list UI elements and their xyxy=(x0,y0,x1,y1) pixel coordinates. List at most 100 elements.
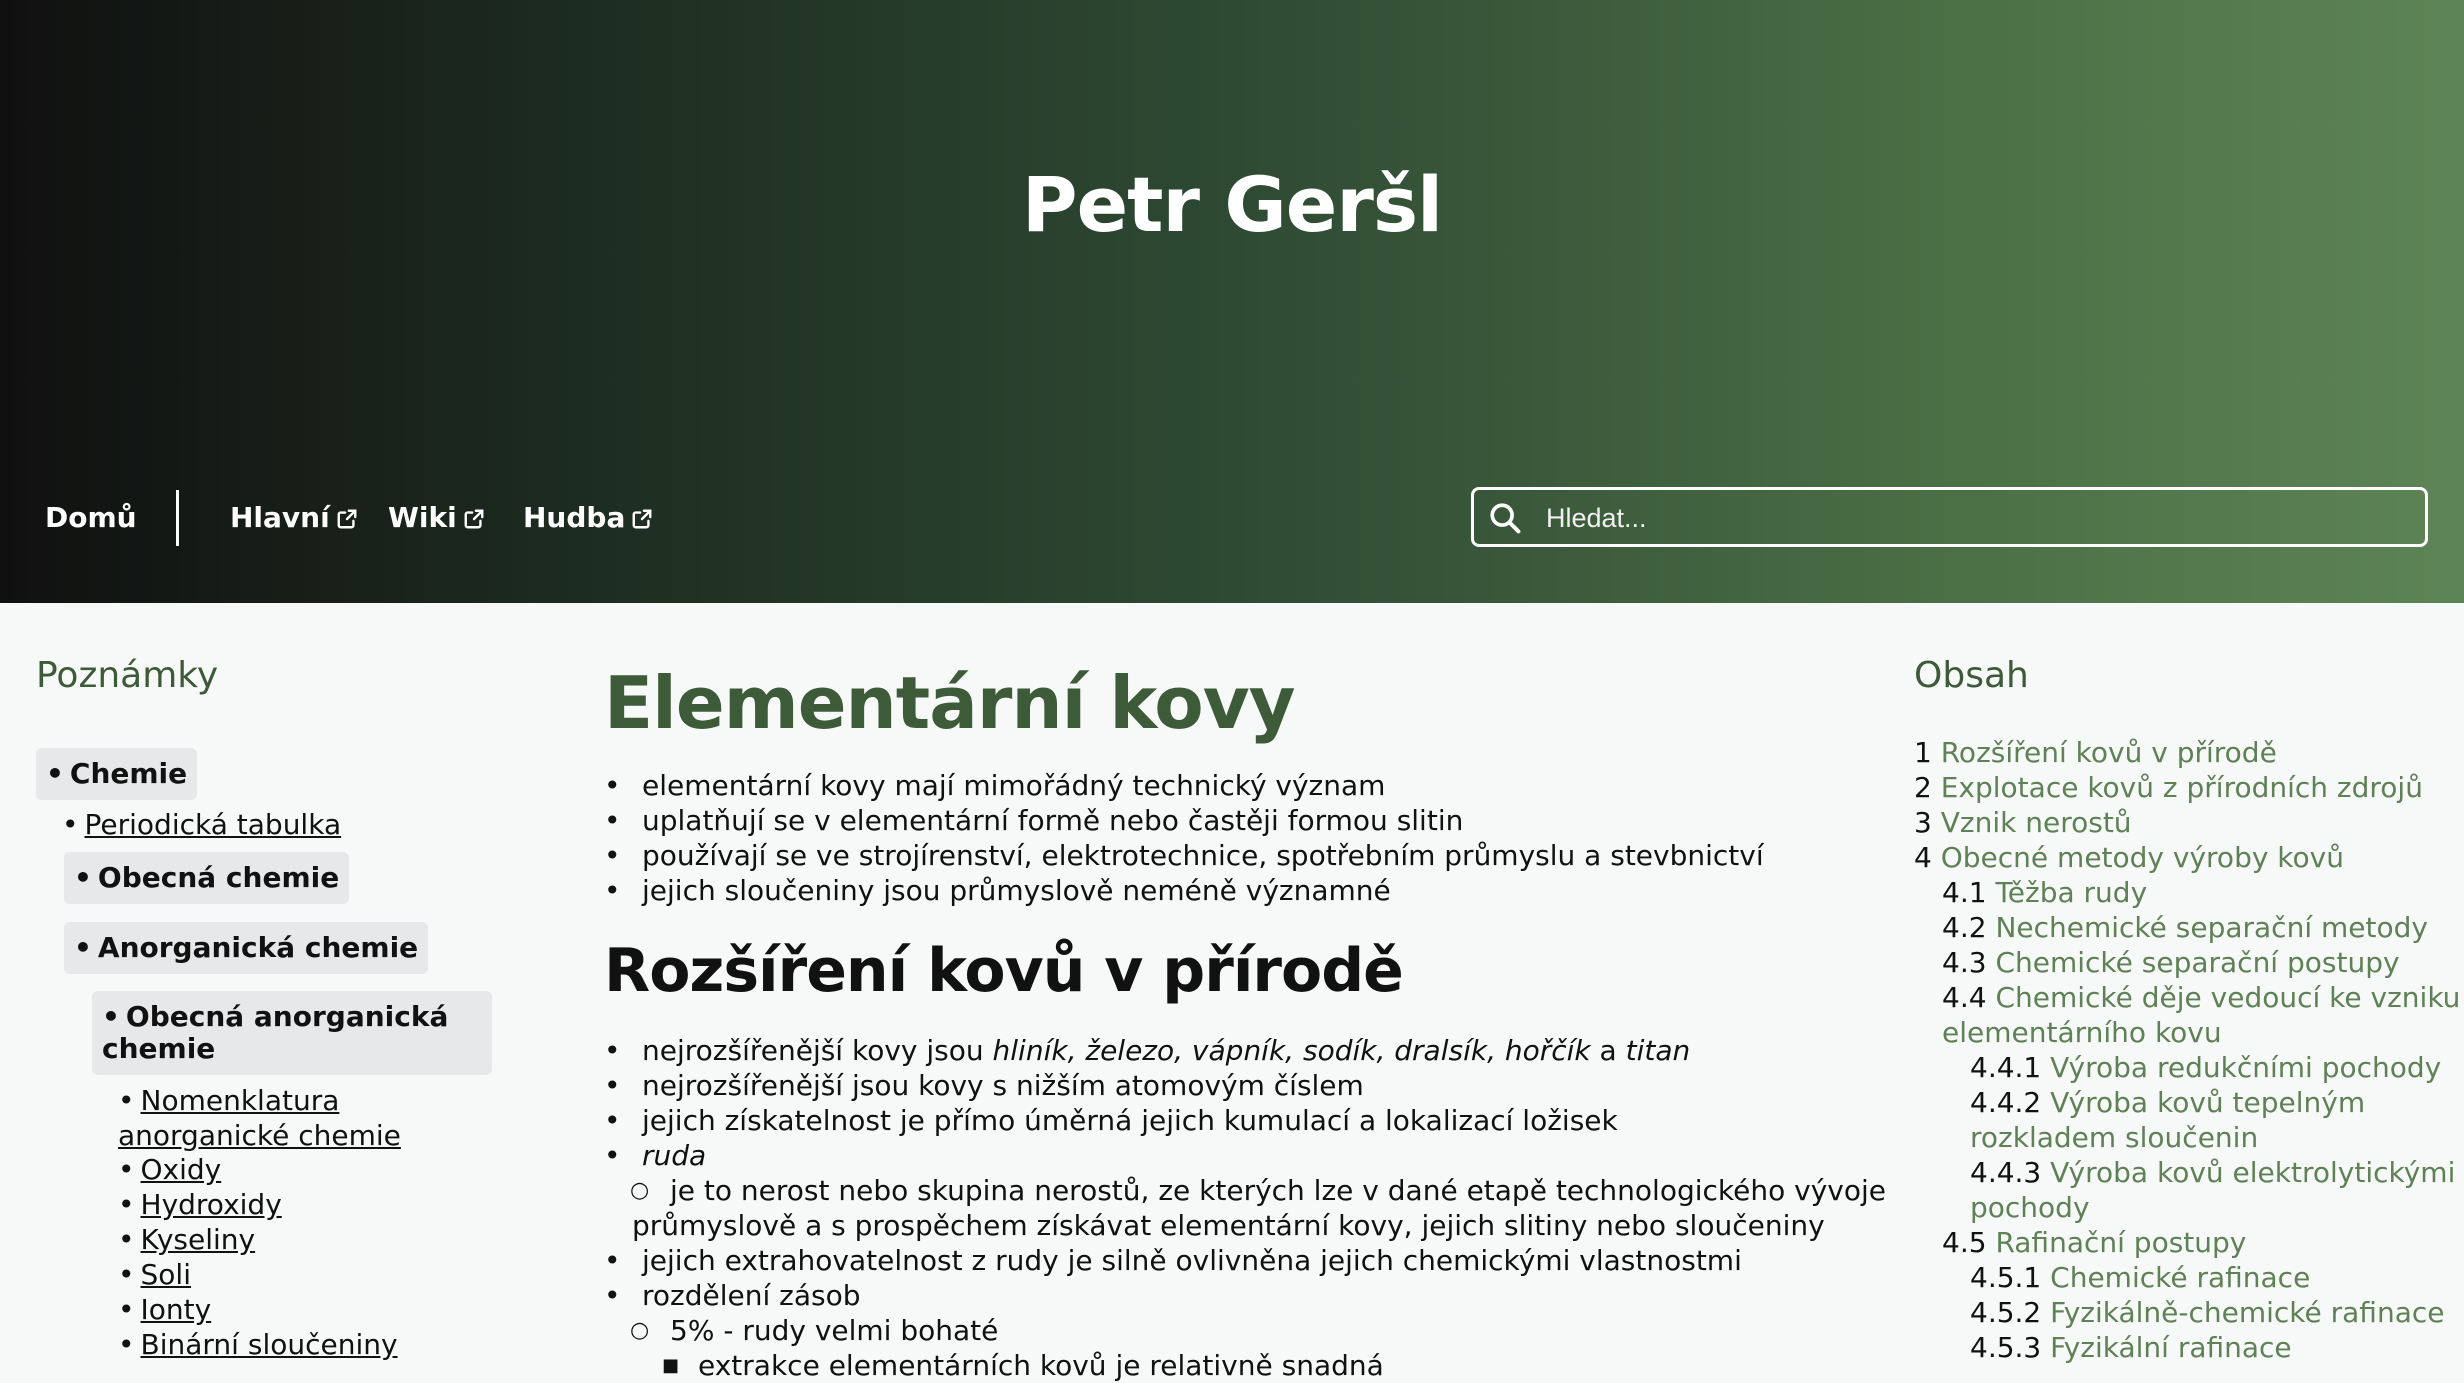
list-item: • ruda xyxy=(604,1139,707,1172)
sidebar-item-label: Nomenklatura anorganické chemie xyxy=(118,1084,401,1152)
sidebar-item-kyseliny[interactable]: • Kyseliny xyxy=(118,1223,255,1256)
toc-item[interactable]: 4.5.3 Fyzikální rafinace xyxy=(1970,1330,2292,1365)
toc-item[interactable]: 1 Rozšíření kovů v přírodě xyxy=(1914,735,2277,770)
sidebar-item-label: Kyseliny xyxy=(140,1223,256,1256)
toc-num: 4.4.2 xyxy=(1970,1086,2042,1119)
toc-item[interactable]: 3 Vznik nerostů xyxy=(1914,805,2132,840)
toc-item[interactable]: 4.4.1 Výroba redukčními pochody xyxy=(1970,1050,2441,1085)
list-item-text: jejich sloučeniny jsou průmyslově neméně… xyxy=(642,874,1391,907)
sidebar-heading: Poznámky xyxy=(36,655,219,696)
toc-link[interactable]: Fyzikálně-chemické rafinace xyxy=(2050,1296,2444,1329)
sidebar-item-soli[interactable]: • Soli xyxy=(118,1258,191,1291)
sub-list-item: ○ je to nerost nebo skupina nerostů, ze k… xyxy=(630,1174,1886,1207)
toc-link[interactable]: Rafinační postupy xyxy=(1995,1226,2246,1259)
toc-item[interactable]: 2 Explotace kovů z přírodních zdrojů xyxy=(1914,770,2423,805)
toc-link[interactable]: Chemické separační postupy xyxy=(1995,946,2399,979)
toc-num: 4 xyxy=(1914,841,1932,874)
sidebar-item-obecna-chemie[interactable]: • Obecná chemie xyxy=(64,852,350,904)
list-item: • rozdělení zásob xyxy=(604,1279,861,1312)
sidebar-item-chemie[interactable]: • Chemie xyxy=(36,748,198,800)
sidebar-item-hydroxidy[interactable]: • Hydroxidy xyxy=(118,1188,282,1221)
sidebar-item-obecna-anorganicka-chemie[interactable]: • Obecná anorganická chemie xyxy=(92,991,492,1075)
list-item-text: extrakce elementárních kovů je relativně… xyxy=(698,1349,1384,1382)
toc-num: 4.1 xyxy=(1942,876,1987,909)
sidebar-item-ionty[interactable]: • Ionty xyxy=(118,1293,211,1326)
list-item-text: elementární kovy mají mimořádný technick… xyxy=(642,769,1386,802)
toc-item[interactable]: 4.4 Chemické děje vedoucí ke vzniku eleme… xyxy=(1942,980,2460,1050)
toc-num: 1 xyxy=(1914,736,1932,769)
list-item-text: jejich získatelnost je přímo úměrná jeji… xyxy=(642,1104,1618,1137)
sidebar-item-label: Ionty xyxy=(140,1293,212,1326)
toc-link[interactable]: rozkladem sloučenin xyxy=(1970,1121,2258,1154)
nav-wiki[interactable]: Wiki xyxy=(388,490,485,546)
nav-home[interactable]: Domů xyxy=(45,490,137,546)
list-item-italic: ruda xyxy=(642,1139,707,1172)
table-of-contents: Obsah 1 Rozšíření kovů v přírodě 2 Explo… xyxy=(1914,655,2460,1364)
list-item-text: rozdělení zásob xyxy=(642,1279,861,1312)
toc-item[interactable]: 4.4.3 Výroba kovů elektrolytickými pochod… xyxy=(1970,1155,2455,1225)
toc-item[interactable]: 4.4.2 Výroba kovů tepelným rozkladem slou… xyxy=(1970,1085,2365,1155)
sidebar-item-label: Obecná chemie xyxy=(97,861,340,894)
external-link-icon xyxy=(464,509,484,529)
toc-num: 4.4.1 xyxy=(1970,1051,2042,1084)
toc-num: 4.5.2 xyxy=(1970,1296,2042,1329)
toc-num: 4.5 xyxy=(1942,1226,1987,1259)
toc-item[interactable]: 4.5.1 Chemické rafinace xyxy=(1970,1260,2310,1295)
toc-num: 4.4 xyxy=(1942,981,1987,1014)
toc-num: 4.5.3 xyxy=(1970,1331,2042,1364)
sidebar-item-binarni-slouceniny[interactable]: • Binární sloučeniny xyxy=(118,1328,398,1361)
toc-link[interactable]: Vznik nerostů xyxy=(1941,806,2132,839)
list-item: • jejich sloučeniny jsou průmyslově nemén… xyxy=(604,874,1391,907)
sidebar-item-oxidy[interactable]: • Oxidy xyxy=(118,1153,221,1186)
list-item: • uplatňují se v elementární formě nebo č… xyxy=(604,804,1464,837)
toc-link[interactable]: Chemické rafinace xyxy=(2050,1261,2310,1294)
list-item: • jejich extrahovatelnost z rudy je silně… xyxy=(604,1244,1742,1277)
toc-item[interactable]: 4.5 Rafinační postupy xyxy=(1942,1225,2246,1260)
search-input[interactable] xyxy=(1544,490,2408,546)
toc-item[interactable]: 4.1 Těžba rudy xyxy=(1942,875,2147,910)
site-header: Petr Geršl Domů Hlavní Wiki Hudba xyxy=(0,0,2464,603)
sub-list-item: ○ 5% - rudy velmi bohaté xyxy=(630,1314,999,1347)
toc-link[interactable]: Výroba kovů tepelným xyxy=(2050,1086,2365,1119)
sidebar-item-anorganicka-chemie[interactable]: • Anorganická chemie xyxy=(64,922,429,974)
list-item-text: uplatňují se v elementární formě nebo ča… xyxy=(642,804,1464,837)
toc-link[interactable]: Nechemické separační metody xyxy=(1995,911,2428,944)
toc-num: 4.5.1 xyxy=(1970,1261,2042,1294)
toc-link[interactable]: Explotace kovů z přírodních zdrojů xyxy=(1941,771,2423,804)
toc-link[interactable]: Rozšíření kovů v přírodě xyxy=(1941,736,2277,769)
toc-link[interactable]: Fyzikální rafinace xyxy=(2050,1331,2292,1364)
sidebar-item-label: Oxidy xyxy=(140,1153,222,1186)
search-icon xyxy=(1490,503,1521,534)
toc-item[interactable]: 4.5.2 Fyzikálně-chemické rafinace xyxy=(1970,1295,2444,1330)
toc-link[interactable]: Těžba rudy xyxy=(1995,876,2147,909)
toc-link[interactable]: elementárního kovu xyxy=(1942,1016,2222,1049)
toc-num: 4.3 xyxy=(1942,946,1987,979)
nav-hudba[interactable]: Hudba xyxy=(523,490,653,546)
toc-item[interactable]: 4 Obecné metody výroby kovů xyxy=(1914,840,2344,875)
list-item: • nejrozšířenější jsou kovy s nižším atom… xyxy=(604,1069,1364,1102)
toc-link[interactable]: Výroba kovů elektrolytickými xyxy=(2050,1156,2455,1189)
toc-item[interactable]: 4.3 Chemické separační postupy xyxy=(1942,945,2400,980)
toc-item[interactable]: 4.2 Nechemické separační metody xyxy=(1942,910,2428,945)
sidebar-item-periodicka-tabulka[interactable]: • Periodická tabulka xyxy=(62,808,341,841)
list-item-italic: hliník, železo, vápník, sodík, dralsík, … xyxy=(992,1034,1591,1067)
search-box[interactable] xyxy=(1471,487,2428,547)
sidebar-item-nomenklatura[interactable]: • Nomenklatura anorganické chemie xyxy=(118,1083,418,1153)
toc-link[interactable]: Obecné metody výroby kovů xyxy=(1941,841,2344,874)
list-item-text: 5% - rudy velmi bohaté xyxy=(670,1314,999,1347)
list-item-text: nejrozšířenější jsou kovy s nižším atomo… xyxy=(642,1069,1364,1102)
toc-link[interactable]: Výroba redukčními pochody xyxy=(2050,1051,2441,1084)
nav-wiki-label: Wiki xyxy=(388,501,457,534)
toc-link[interactable]: Chemické děje vedoucí ke vzniku xyxy=(1995,981,2460,1014)
toc-num: 4.2 xyxy=(1942,911,1987,944)
external-link-icon xyxy=(632,509,652,529)
section-heading: Rozšíření kovů v přírodě xyxy=(604,936,1404,1006)
list-item-text: a xyxy=(1590,1034,1626,1067)
list-item-text: jejich extrahovatelnost z rudy je silně … xyxy=(642,1244,1742,1277)
sidebar-item-label: Periodická tabulka xyxy=(84,808,342,841)
sidebar-item-label: Soli xyxy=(140,1258,191,1291)
nav-hlavni[interactable]: Hlavní xyxy=(230,490,358,546)
list-item: • jejich získatelnost je přímo úměrná jej… xyxy=(604,1104,1618,1137)
toc-link[interactable]: pochody xyxy=(1970,1191,2090,1224)
toc-num: 3 xyxy=(1914,806,1932,839)
